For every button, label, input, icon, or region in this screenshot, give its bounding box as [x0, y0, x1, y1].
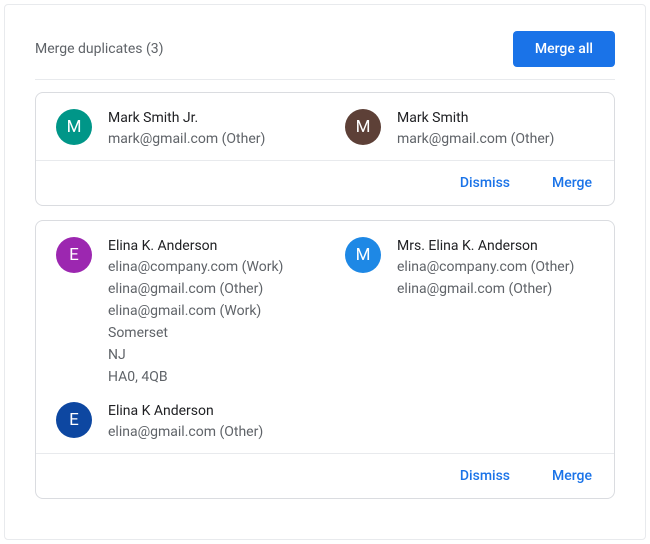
avatar: E	[56, 237, 92, 273]
contact-detail-line: elina@gmail.com (Other)	[108, 278, 313, 300]
merge-duplicates-panel: Merge duplicates (3) Merge all M Mark Smi…	[4, 4, 646, 540]
group-actions: Dismiss Merge	[36, 453, 614, 498]
contact-detail-line: elina@gmail.com (Other)	[108, 421, 313, 443]
contact-name: Elina K Anderson	[108, 403, 313, 419]
avatar: E	[56, 402, 92, 438]
contact-item: M Mrs. Elina K. Anderson elina@company.com…	[345, 237, 602, 300]
contact-column-left: M Mark Smith Jr. mark@gmail.com (Other)	[36, 109, 325, 150]
contact-item: E Elina K. Anderson elina@company.com (Wor…	[56, 237, 313, 388]
avatar: M	[345, 237, 381, 273]
contact-details: Elina K Anderson elina@gmail.com (Other)	[108, 402, 313, 443]
contact-column-left: E Elina K. Anderson elina@company.com (Wor…	[36, 237, 325, 443]
contact-details: Mrs. Elina K. Anderson elina@company.com …	[397, 237, 602, 300]
contact-details: Mark Smith Jr. mark@gmail.com (Other)	[108, 109, 313, 150]
contact-details: Mark Smith mark@gmail.com (Other)	[397, 109, 602, 150]
contact-details: Elina K. Anderson elina@company.com (Work…	[108, 237, 313, 388]
dismiss-button[interactable]: Dismiss	[460, 468, 510, 484]
merge-button[interactable]: Merge	[552, 468, 592, 484]
contact-detail-line: Somerset	[108, 322, 313, 344]
merge-all-button[interactable]: Merge all	[513, 31, 615, 67]
contact-name: Mark Smith	[397, 110, 602, 126]
panel-title: Merge duplicates (3)	[35, 41, 163, 57]
contact-column-right: M Mrs. Elina K. Anderson elina@company.com…	[325, 237, 614, 443]
contact-detail-line: NJ	[108, 344, 313, 366]
panel-header: Merge duplicates (3) Merge all	[35, 19, 615, 80]
contact-detail-line: elina@company.com (Work)	[108, 256, 313, 278]
dismiss-button[interactable]: Dismiss	[460, 175, 510, 191]
contact-name: Mark Smith Jr.	[108, 110, 313, 126]
contact-detail-line: mark@gmail.com (Other)	[108, 128, 313, 150]
contact-detail-line: elina@company.com (Other)	[397, 256, 602, 278]
contact-item: M Mark Smith Jr. mark@gmail.com (Other)	[56, 109, 313, 150]
contact-detail-line: HA0, 4QB	[108, 366, 313, 388]
duplicate-group: M Mark Smith Jr. mark@gmail.com (Other) M Ma…	[35, 92, 615, 206]
contact-column-right: M Mark Smith mark@gmail.com (Other)	[325, 109, 614, 150]
merge-button[interactable]: Merge	[552, 175, 592, 191]
contact-detail-line: elina@gmail.com (Other)	[397, 278, 602, 300]
contact-item: M Mark Smith mark@gmail.com (Other)	[345, 109, 602, 150]
contact-detail-line: mark@gmail.com (Other)	[397, 128, 602, 150]
avatar: M	[345, 109, 381, 145]
contact-name: Elina K. Anderson	[108, 238, 313, 254]
duplicate-group: E Elina K. Anderson elina@company.com (Wor…	[35, 220, 615, 499]
avatar: M	[56, 109, 92, 145]
group-actions: Dismiss Merge	[36, 160, 614, 205]
contact-name: Mrs. Elina K. Anderson	[397, 238, 602, 254]
contacts-row: E Elina K. Anderson elina@company.com (Wor…	[36, 221, 614, 453]
contacts-row: M Mark Smith Jr. mark@gmail.com (Other) M Ma…	[36, 93, 614, 160]
contact-item: E Elina K Anderson elina@gmail.com (Other)	[56, 402, 313, 443]
contact-detail-line: elina@gmail.com (Work)	[108, 300, 313, 322]
